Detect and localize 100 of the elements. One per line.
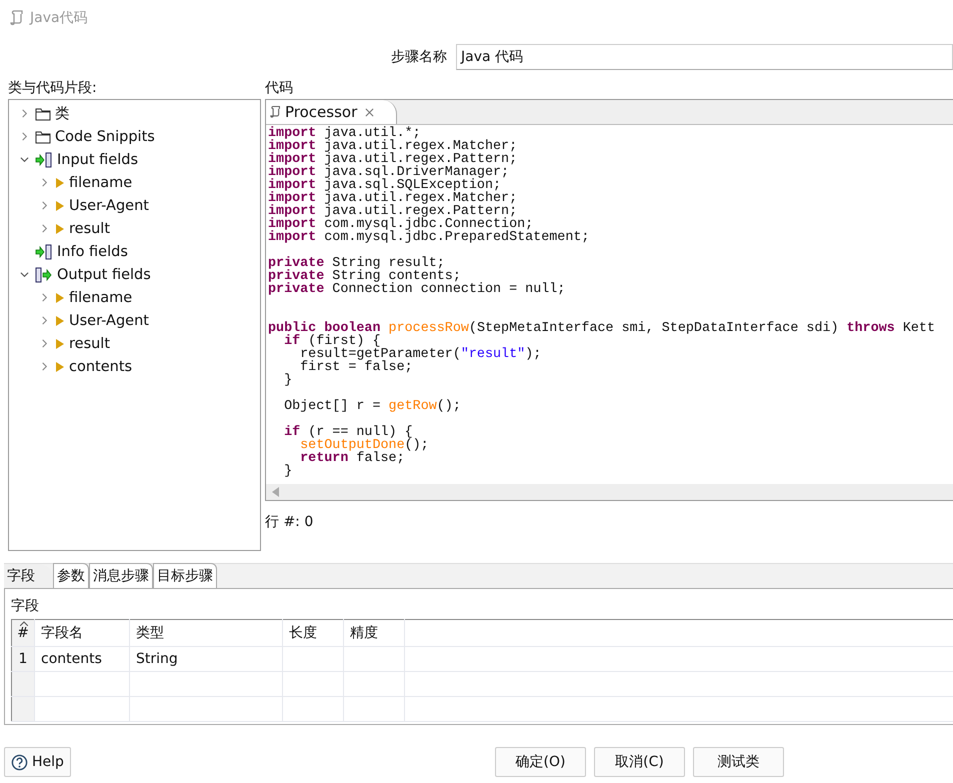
code-text: (StepMetaInterface smi, StepDataInterface sdi) — [468, 322, 840, 335]
triangle-icon — [55, 360, 65, 372]
script-icon — [10, 10, 24, 26]
arrow-into-column-icon — [35, 152, 53, 168]
line-position: 行 #: 0 — [265, 513, 314, 531]
expand-icon[interactable] — [40, 339, 48, 348]
step-name-field[interactable]: Java 代码 — [456, 44, 953, 70]
arrow-into-column-icon — [35, 244, 53, 260]
script-icon — [270, 105, 281, 119]
editor-tab[interactable]: Processor — [266, 100, 398, 124]
window-title: Java代码 — [30, 8, 88, 26]
expand-icon[interactable] — [40, 362, 48, 371]
expand-icon[interactable] — [20, 132, 28, 141]
column-arrow-out-icon — [35, 266, 53, 282]
code-text: java.sql.SQLException; — [324, 179, 502, 192]
code-keyword: public boolean — [268, 322, 382, 335]
code-text: (); — [436, 400, 461, 413]
tree-item[interactable]: Info fields — [57, 244, 128, 260]
code-keyword: import — [268, 166, 318, 179]
code-keyword: import — [268, 179, 318, 192]
column-header[interactable]: 精度 — [344, 620, 404, 646]
code-keyword: import — [268, 140, 318, 153]
code-keyword: private — [268, 270, 326, 283]
sort-icon[interactable] — [20, 621, 28, 626]
code-keyword: throws — [846, 322, 896, 335]
tree-item[interactable]: result — [69, 336, 110, 352]
code-text: (first) { — [308, 335, 381, 348]
collapse-icon[interactable] — [20, 155, 28, 164]
scroll-left-icon[interactable] — [272, 487, 280, 497]
code-text: (r == null) { — [308, 426, 413, 439]
action-button[interactable]: 测试类 — [693, 747, 784, 777]
column-header[interactable]: # — [12, 620, 34, 646]
expand-icon[interactable] — [20, 109, 28, 118]
tab[interactable]: 参数 — [53, 563, 89, 588]
code-text: java.util.regex.Matcher; — [324, 192, 518, 205]
code-text: String contents; — [332, 270, 461, 283]
table-cell: String — [130, 646, 282, 672]
code-text: Kett — [902, 322, 935, 335]
column-header[interactable]: 字段名 — [34, 620, 130, 646]
code-text: Connection connection = null; — [332, 283, 566, 296]
tab[interactable]: 消息步骤 — [89, 563, 153, 588]
help-icon — [11, 754, 28, 770]
code-text: } — [283, 374, 292, 387]
expand-icon[interactable] — [40, 224, 48, 233]
code-text: com.mysql.jdbc.Connection; — [324, 218, 534, 231]
code-text: com.mysql.jdbc.PreparedStatement; — [324, 231, 590, 244]
code-keyword: if — [283, 335, 302, 348]
action-button[interactable]: 确定(O) — [495, 747, 586, 777]
code-text: String result; — [332, 257, 445, 270]
code-keyword: import — [268, 192, 318, 205]
code-keyword: import — [268, 218, 318, 231]
tree-item[interactable]: User-Agent — [69, 198, 149, 214]
tree-item[interactable]: Output fields — [57, 266, 151, 282]
tree-item[interactable]: User-Agent — [69, 312, 149, 328]
code-keyword: if — [283, 426, 301, 439]
expand-icon[interactable] — [40, 178, 48, 187]
code-text: java.util.regex.Matcher; — [324, 140, 518, 153]
code-string: "result" — [460, 348, 526, 361]
tree-item[interactable]: filename — [69, 290, 132, 306]
tree-item[interactable]: filename — [69, 174, 132, 190]
close-icon[interactable] — [365, 108, 374, 116]
triangle-icon — [55, 200, 65, 212]
table-cell: contents — [34, 646, 130, 672]
code-text: } — [283, 465, 292, 478]
folder-icon — [35, 130, 51, 144]
code-keyword: private — [268, 283, 326, 296]
expand-icon[interactable] — [40, 316, 48, 325]
triangle-icon — [55, 176, 65, 188]
action-button[interactable]: 取消(C) — [594, 747, 685, 777]
tree-item[interactable]: contents — [69, 358, 132, 374]
collapse-icon[interactable] — [20, 270, 28, 279]
code-text: java.util.*; — [324, 127, 421, 140]
code-keyword: import — [268, 153, 318, 166]
code-text: result=getParameter( — [299, 348, 461, 361]
triangle-icon — [55, 338, 65, 350]
code-text: java.util.regex.Pattern; — [324, 153, 518, 166]
column-header[interactable]: 长度 — [282, 620, 344, 646]
tree-item[interactable]: 类 — [55, 104, 70, 123]
triangle-icon — [55, 314, 65, 326]
code-method: getRow — [388, 400, 437, 413]
triangle-icon — [55, 292, 65, 304]
tree-item[interactable]: Code Snippits — [55, 128, 155, 144]
column-header[interactable]: 类型 — [130, 620, 282, 646]
expand-icon[interactable] — [40, 293, 48, 302]
folder-icon — [35, 106, 51, 120]
code-keyword: import — [268, 205, 318, 218]
help-button[interactable]: Help — [4, 747, 71, 777]
code-text: false; — [356, 452, 405, 465]
code-label: 代码 — [265, 79, 294, 98]
tab[interactable]: 目标步骤 — [153, 563, 217, 588]
fields-label: 字段 — [11, 597, 40, 616]
code-keyword: import — [268, 127, 318, 140]
tree-item[interactable]: result — [69, 220, 110, 236]
tree-label: 类与代码片段: — [8, 79, 98, 98]
triangle-icon — [55, 222, 65, 234]
code-text: ); — [525, 348, 542, 361]
code-keyword: return — [299, 452, 350, 465]
horizontal-scrollbar[interactable] — [266, 484, 953, 500]
expand-icon[interactable] — [40, 201, 48, 210]
tree-item[interactable]: Input fields — [57, 152, 138, 168]
